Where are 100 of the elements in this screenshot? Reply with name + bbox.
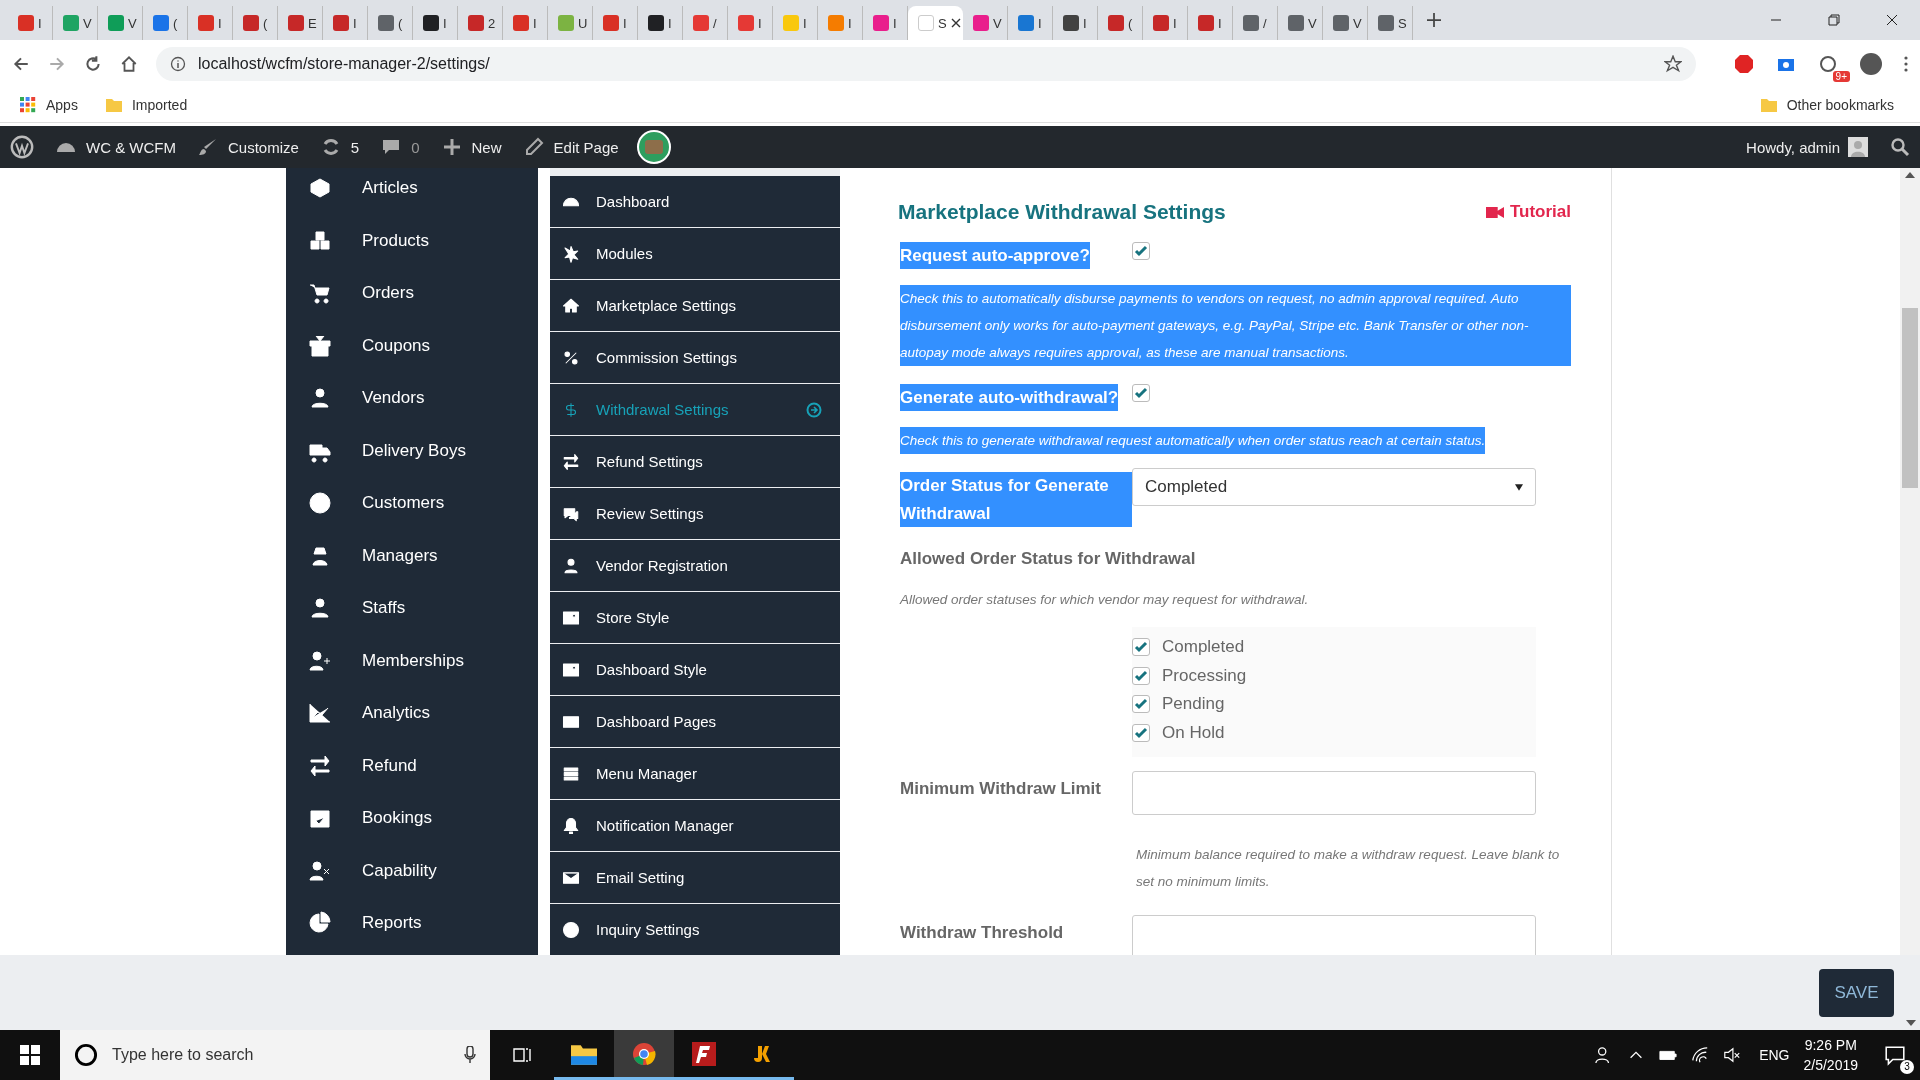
settings-menu-item[interactable]: Modules: [550, 228, 840, 279]
sidebar-item[interactable]: Delivery Boys: [286, 424, 538, 477]
settings-menu-item[interactable]: Refund Settings: [550, 436, 840, 487]
sidebar-item[interactable]: Coupons: [286, 319, 538, 372]
admin-bar-item[interactable]: Edit Page: [523, 137, 619, 157]
save-button[interactable]: SAVE: [1819, 968, 1894, 1017]
admin-bar-item[interactable]: Customize: [198, 137, 299, 157]
sidebar-item[interactable]: Reports: [286, 897, 538, 950]
gift-icon: [308, 333, 332, 358]
settings-menu-item[interactable]: Dashboard Style: [550, 644, 840, 695]
settings-menu-item[interactable]: Review Settings: [550, 488, 840, 539]
checkbox[interactable]: [1132, 695, 1150, 714]
checkbox[interactable]: [1132, 666, 1150, 685]
sidebar-item[interactable]: Orders: [286, 267, 538, 320]
sidebar-item[interactable]: Staffs: [286, 582, 538, 635]
percent-icon: [562, 348, 580, 367]
menu-icon[interactable]: [1904, 56, 1908, 72]
close-icon[interactable]: [1886, 14, 1898, 26]
bookmark-folder[interactable]: Other bookmarks: [1786, 97, 1894, 113]
settings-menu-item[interactable]: Withdrawal Settings: [550, 384, 840, 435]
boxes-icon: [308, 228, 332, 253]
sidebar-item[interactable]: Bookings: [286, 792, 538, 845]
bookmark-star-icon[interactable]: [1664, 55, 1682, 73]
sidebar-item[interactable]: Capability: [286, 844, 538, 897]
option-label: On Hold: [1162, 722, 1225, 743]
wifi-icon[interactable]: [1691, 1046, 1710, 1064]
notification-center-icon[interactable]: [1884, 1044, 1906, 1066]
settings-menu-item[interactable]: Inquiry Settings: [550, 904, 840, 955]
scroll-down-icon[interactable]: [1906, 1020, 1916, 1026]
settings-menu-item[interactable]: Vendor Registration: [550, 540, 840, 591]
account-menu[interactable]: Howdy, admin: [1746, 138, 1840, 156]
sidebar-item[interactable]: Managers: [286, 529, 538, 582]
settings-menu-item[interactable]: Menu Manager: [550, 748, 840, 799]
home-icon: [562, 296, 580, 315]
sidebar-item[interactable]: Refund: [286, 739, 538, 792]
field-label: Withdraw Threshold: [900, 921, 1064, 944]
bookmark-folder[interactable]: Imported: [131, 97, 188, 113]
input-field[interactable]: [1132, 770, 1536, 815]
back-icon[interactable]: [12, 55, 30, 73]
sidebar-item[interactable]: Analytics: [286, 687, 538, 740]
microphone-icon[interactable]: [464, 1046, 476, 1064]
comment-icon: [381, 137, 402, 157]
speaker-muted-icon[interactable]: [1723, 1046, 1742, 1064]
windows-start-icon[interactable]: [20, 1045, 40, 1065]
scrollbar-thumb[interactable]: [1902, 308, 1918, 488]
admin-bar-item[interactable]: 0: [381, 137, 420, 157]
browser-tab[interactable]: S: [908, 6, 963, 40]
taskbar-search-field[interactable]: Type here to search: [60, 1030, 490, 1080]
status-dropdown[interactable]: Completed: [1132, 468, 1536, 507]
admin-bar-item[interactable]: WC & WCFM: [56, 137, 176, 157]
apps-grid-icon[interactable]: [20, 97, 36, 113]
close-icon[interactable]: [950, 18, 961, 28]
home-icon[interactable]: [120, 55, 138, 73]
settings-menu-item[interactable]: Marketplace Settings: [550, 280, 840, 331]
video-camera-icon: [1485, 205, 1504, 219]
scrollbar[interactable]: [1900, 168, 1920, 955]
search-icon[interactable]: [1890, 137, 1910, 157]
clock[interactable]: 9:26 PM 2/5/2019: [1803, 1035, 1858, 1075]
admin-bar-item[interactable]: 5: [320, 137, 360, 157]
language-indicator[interactable]: ENG: [1759, 1047, 1790, 1063]
taskbar-app[interactable]: [614, 1030, 674, 1080]
stop-sign-icon[interactable]: [1734, 54, 1754, 74]
user-plus-icon: [308, 648, 332, 673]
sidebar-item[interactable]: Customers: [286, 477, 538, 530]
sidebar-item[interactable]: Products: [286, 214, 538, 267]
settings-menu-item[interactable]: Commission Settings: [550, 332, 840, 383]
checkbox[interactable]: [1132, 638, 1150, 657]
tutorial-link[interactable]: Tutorial: [1485, 202, 1571, 222]
ftp-logo-icon: [691, 1041, 717, 1066]
pie-chart-icon: [308, 911, 332, 936]
globe-icon[interactable]: [1818, 54, 1838, 74]
retweet-icon: [308, 753, 332, 778]
sidebar-item[interactable]: Memberships: [286, 634, 538, 687]
bell-icon: [562, 816, 580, 835]
checkbox[interactable]: [1132, 723, 1150, 742]
bookmark-link[interactable]: Apps: [46, 97, 78, 113]
store-logo-icon[interactable]: [636, 130, 671, 164]
info-icon[interactable]: [170, 56, 186, 72]
sidebar-item[interactable]: Vendors: [286, 372, 538, 425]
field-description: Allowed order statuses for which vendor may request for withdrawal.: [900, 590, 1310, 609]
restore-icon[interactable]: [1828, 14, 1840, 26]
settings-menu-item[interactable]: Notification Manager: [550, 800, 840, 851]
settings-menu-item[interactable]: Email Setting: [550, 852, 840, 903]
settings-menu-item[interactable]: Dashboard: [550, 176, 840, 227]
brush-icon: [198, 137, 218, 157]
address-bar[interactable]: localhost/wcfm/store-manager-2/settings/: [156, 47, 1696, 81]
admin-bar-item[interactable]: New: [441, 137, 502, 157]
wordpress-logo-icon[interactable]: [10, 135, 34, 159]
task-view-icon[interactable]: [512, 1045, 532, 1065]
checkbox[interactable]: [1132, 242, 1150, 260]
field-label: Allowed Order Status for Withdrawal: [900, 547, 1196, 570]
new-tab-icon[interactable]: [1427, 13, 1441, 27]
avatar[interactable]: [1860, 53, 1882, 75]
settings-menu-item[interactable]: Dashboard Pages: [550, 696, 840, 747]
scroll-up-icon[interactable]: [1905, 172, 1915, 178]
browser-logo-icon: [631, 1041, 657, 1066]
settings-menu-item[interactable]: Store Style: [550, 592, 840, 643]
checkbox[interactable]: [1132, 384, 1150, 403]
sidebar-item[interactable]: Articles: [286, 168, 538, 215]
reload-icon[interactable]: [84, 55, 102, 73]
